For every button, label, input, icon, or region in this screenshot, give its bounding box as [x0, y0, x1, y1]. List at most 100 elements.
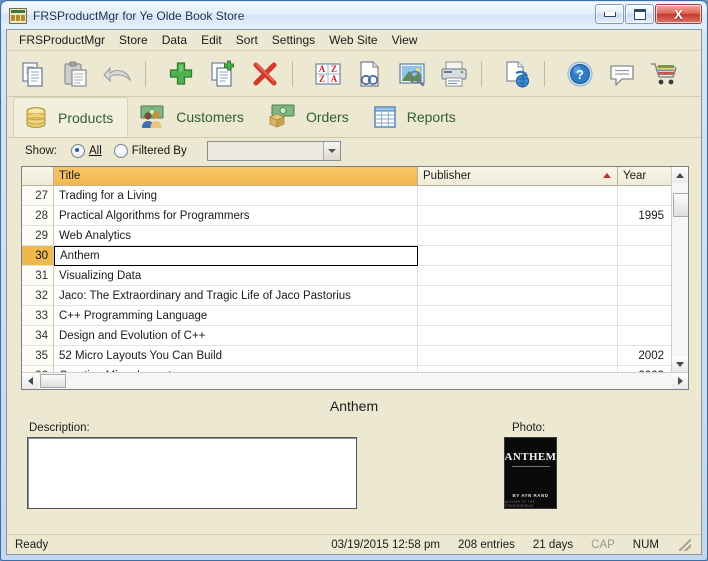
row-number-cell[interactable]: 27: [22, 186, 54, 206]
grid-header-rownum[interactable]: [22, 167, 54, 186]
menu-item-view[interactable]: View: [385, 31, 425, 49]
chevron-down-icon[interactable]: [322, 142, 340, 160]
maximize-button[interactable]: [625, 4, 654, 24]
vscroll-thumb[interactable]: [673, 193, 688, 217]
title-cell[interactable]: 52 Micro Layouts You Can Build: [54, 346, 418, 366]
tab-reports[interactable]: Reports: [363, 97, 470, 137]
grid-vertical-scrollbar[interactable]: [671, 167, 688, 372]
table-row[interactable]: 27 Trading for a Living: [22, 186, 671, 206]
row-number-cell[interactable]: 33: [22, 306, 54, 326]
grid-inner: Title Publisher Year 27 Trading for a Liv…: [22, 167, 688, 372]
scroll-up-button[interactable]: [672, 167, 688, 183]
publisher-cell[interactable]: [418, 206, 618, 226]
menu-item-frsproductmgr[interactable]: FRSProductMgr: [15, 31, 112, 49]
sort-button[interactable]: A Z Z A: [307, 54, 349, 94]
menu-item-edit[interactable]: Edit: [194, 31, 229, 49]
title-cell[interactable]: Visualizing Data: [54, 266, 418, 286]
row-number-cell[interactable]: 34: [22, 326, 54, 346]
arrow-left-icon: [27, 377, 33, 385]
delete-button[interactable]: [244, 54, 286, 94]
title-cell[interactable]: Practical Algorithms for Programmers: [54, 206, 418, 226]
year-cell[interactable]: 1995: [618, 206, 671, 226]
tab-customers[interactable]: Customers: [128, 97, 258, 137]
menu-item-sort[interactable]: Sort: [229, 31, 265, 49]
grid-header-publisher[interactable]: Publisher: [418, 167, 618, 186]
publisher-cell[interactable]: [418, 266, 618, 286]
filter-combo[interactable]: [206, 141, 341, 161]
year-cell[interactable]: [618, 226, 671, 246]
table-row[interactable]: 30 Anthem: [22, 246, 671, 266]
menu-item-settings[interactable]: Settings: [265, 31, 322, 49]
title-cell[interactable]: Design and Evolution of C++: [54, 326, 418, 346]
publisher-cell[interactable]: [418, 226, 618, 246]
radio-show-all[interactable]: All: [70, 144, 102, 158]
title-cell[interactable]: Jaco: The Extraordinary and Tragic Life …: [54, 286, 418, 306]
grid-header-title[interactable]: Title: [54, 167, 418, 186]
paste-button[interactable]: [55, 54, 97, 94]
row-number-cell[interactable]: 35: [22, 346, 54, 366]
table-row[interactable]: 35 52 Micro Layouts You Can Build 2002: [22, 346, 671, 366]
table-row[interactable]: 29 Web Analytics: [22, 226, 671, 246]
publish-web-button[interactable]: [496, 54, 538, 94]
year-cell[interactable]: [618, 326, 671, 346]
title-cell[interactable]: Web Analytics: [54, 226, 418, 246]
comment-button[interactable]: [601, 54, 643, 94]
year-cell[interactable]: 2002: [618, 346, 671, 366]
title-cell[interactable]: Anthem: [54, 246, 418, 266]
row-number-cell[interactable]: 28: [22, 206, 54, 226]
scroll-right-button[interactable]: [672, 373, 688, 389]
close-button[interactable]: X: [655, 4, 702, 24]
resize-grip-icon[interactable]: [679, 538, 691, 551]
publisher-cell[interactable]: [418, 346, 618, 366]
year-cell[interactable]: [618, 306, 671, 326]
publisher-cell[interactable]: [418, 326, 618, 346]
publisher-cell[interactable]: [418, 306, 618, 326]
table-row[interactable]: 34 Design and Evolution of C++: [22, 326, 671, 346]
duplicate-button[interactable]: [202, 54, 244, 94]
tab-orders[interactable]: Orders: [258, 97, 363, 137]
cart-button[interactable]: [643, 54, 685, 94]
publisher-cell[interactable]: [418, 246, 618, 266]
minimize-button[interactable]: [595, 4, 624, 24]
copy-button[interactable]: [13, 54, 55, 94]
scroll-down-button[interactable]: [672, 356, 688, 372]
hscroll-thumb[interactable]: [40, 374, 66, 388]
publisher-cell[interactable]: [418, 286, 618, 306]
grid-header-year[interactable]: Year: [618, 167, 671, 186]
table-row[interactable]: 31 Visualizing Data: [22, 266, 671, 286]
menu-item-web-site[interactable]: Web Site: [322, 31, 384, 49]
radio-show-filtered[interactable]: Filtered By: [113, 144, 187, 158]
duplicate-icon: [211, 60, 234, 87]
menu-item-store[interactable]: Store: [112, 31, 155, 49]
publisher-cell[interactable]: [418, 186, 618, 206]
grid-horizontal-scrollbar[interactable]: [22, 372, 688, 389]
filter-combo-value[interactable]: [207, 142, 323, 160]
row-number-cell[interactable]: 30: [22, 246, 54, 266]
help-button[interactable]: ?: [559, 54, 601, 94]
title-cell[interactable]: Trading for a Living: [54, 186, 418, 206]
title-cell[interactable]: C++ Programming Language: [54, 306, 418, 326]
row-number-cell[interactable]: 32: [22, 286, 54, 306]
year-cell[interactable]: [618, 186, 671, 206]
cart-icon: [651, 62, 677, 84]
find-button[interactable]: [349, 54, 391, 94]
menu-item-data[interactable]: Data: [155, 31, 194, 49]
tab-products[interactable]: Products: [13, 97, 129, 137]
table-row[interactable]: 33 C++ Programming Language: [22, 306, 671, 326]
row-number-cell[interactable]: 29: [22, 226, 54, 246]
print-button[interactable]: [433, 54, 475, 94]
undo-button[interactable]: [97, 54, 139, 94]
table-row[interactable]: 28 Practical Algorithms for Programmers 19…: [22, 206, 671, 226]
table-row[interactable]: 32 Jaco: The Extraordinary and Tragic Lif…: [22, 286, 671, 306]
row-number-cell[interactable]: 31: [22, 266, 54, 286]
photo-thumbnail[interactable]: ANTHEM BY AYN RAND AUTHOR OF THE FOUNTAI…: [504, 437, 557, 509]
photo-button[interactable]: [391, 54, 433, 94]
hscroll-track[interactable]: [38, 373, 672, 389]
vscroll-track[interactable]: [672, 183, 688, 356]
description-input[interactable]: [27, 437, 357, 509]
add-button[interactable]: [160, 54, 202, 94]
year-cell[interactable]: [618, 246, 671, 266]
year-cell[interactable]: [618, 266, 671, 286]
scroll-left-button[interactable]: [22, 373, 38, 389]
year-cell[interactable]: [618, 286, 671, 306]
